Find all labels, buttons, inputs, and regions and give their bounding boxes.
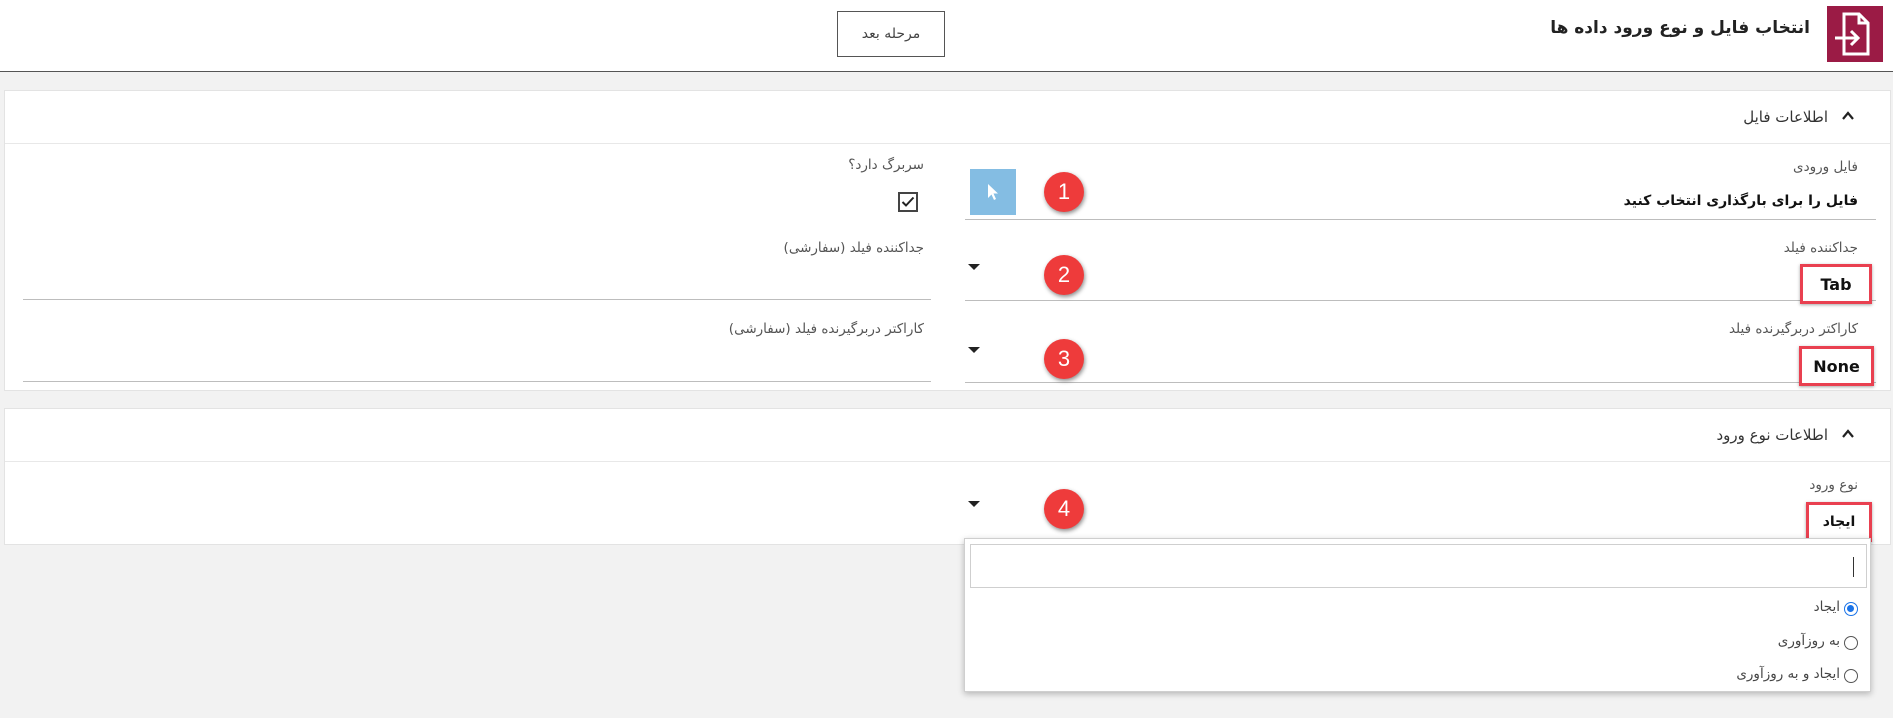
- input-file-value[interactable]: فایل را برای بارگذاری انتخاب کنید: [1624, 193, 1858, 209]
- cursor-icon: [988, 184, 998, 200]
- text-qualifier-label: کاراکتر دربرگیرنده فیلد: [1728, 321, 1858, 337]
- import-type-panel: اطلاعات نوع ورود نوع ورود: [4, 408, 1891, 545]
- import-type-caret-icon[interactable]: [968, 501, 980, 507]
- option-label: ایجاد: [1813, 599, 1840, 615]
- input-file-underline: [965, 219, 1876, 220]
- option-create[interactable]: ایجاد: [965, 593, 1870, 623]
- import-type-label: نوع ورود: [1809, 477, 1858, 493]
- radio-icon[interactable]: [1844, 669, 1858, 683]
- qualifier-caret-icon[interactable]: [968, 347, 980, 353]
- has-header-label: سربرگ دارد؟: [848, 157, 924, 173]
- text-cursor: [1853, 557, 1854, 577]
- chevron-up-icon[interactable]: [1840, 426, 1856, 442]
- import-type-dropdown: ایجاد به روزآوری ایجاد و به روزآوری: [964, 538, 1871, 692]
- dropdown-search-input[interactable]: [970, 544, 1867, 588]
- custom-delimiter-input[interactable]: [23, 299, 931, 300]
- panel-title: اطلاعات فایل: [1743, 108, 1828, 126]
- step-badge-1: 1: [1044, 172, 1084, 212]
- upload-button[interactable]: [970, 169, 1016, 215]
- qualifier-value[interactable]: None: [1799, 346, 1874, 386]
- radio-icon[interactable]: [1844, 636, 1858, 650]
- delimiter-underline: [965, 300, 1876, 301]
- import-type-panel-header[interactable]: اطلاعات نوع ورود: [5, 409, 1890, 462]
- next-step-button[interactable]: مرحله بعد: [837, 11, 945, 57]
- file-import-icon: [1827, 6, 1883, 62]
- field-delimiter-label: جداکننده فیلد: [1783, 240, 1858, 256]
- step-badge-4: 4: [1044, 489, 1084, 529]
- option-update[interactable]: به روزآوری: [965, 627, 1870, 657]
- page-title: انتخاب فایل و نوع ورود داده ها: [1550, 18, 1810, 38]
- input-file-label: فایل ورودی: [1793, 159, 1858, 175]
- has-header-checkbox[interactable]: [898, 192, 918, 212]
- step-badge-3: 3: [1044, 339, 1084, 379]
- chevron-up-icon[interactable]: [1840, 108, 1856, 124]
- custom-delimiter-label: جداکننده فیلد (سفارشی): [783, 240, 924, 256]
- delimiter-caret-icon[interactable]: [968, 264, 980, 270]
- option-label: ایجاد و به روزآوری: [1736, 666, 1840, 682]
- step-badge-2: 2: [1044, 255, 1084, 295]
- panel-title: اطلاعات نوع ورود: [1716, 426, 1828, 444]
- custom-qualifier-label: کاراکتر دربرگیرنده فیلد (سفارشی): [728, 321, 924, 337]
- qualifier-underline: [965, 382, 1876, 383]
- import-type-value[interactable]: ایجاد: [1806, 502, 1872, 542]
- option-create-and-update[interactable]: ایجاد و به روزآوری: [965, 660, 1870, 690]
- custom-qualifier-input[interactable]: [23, 381, 931, 382]
- check-icon: [901, 196, 915, 207]
- radio-icon-selected[interactable]: [1844, 602, 1858, 616]
- file-info-panel-header[interactable]: اطلاعات فایل: [5, 91, 1890, 144]
- file-info-panel: اطلاعات فایل فایل ورودی فایل را برای بار…: [4, 90, 1891, 391]
- option-label: به روزآوری: [1777, 633, 1840, 649]
- delimiter-value[interactable]: Tab: [1800, 264, 1872, 304]
- top-bar: انتخاب فایل و نوع ورود داده ها مرحله بعد: [0, 0, 1893, 72]
